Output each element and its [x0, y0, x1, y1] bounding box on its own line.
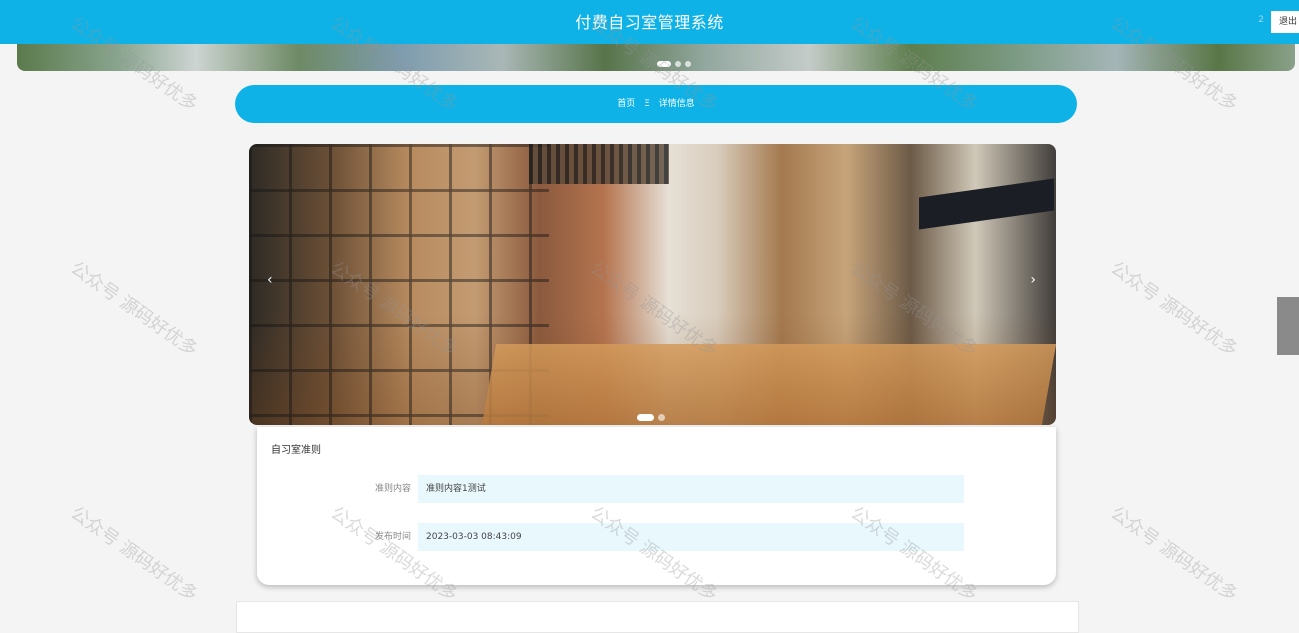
watermark-text: 公众号 源码好优多 — [1106, 257, 1242, 361]
system-title: 付费自习室管理系统 — [575, 13, 724, 32]
banner-indicators — [657, 52, 695, 71]
field-label: 发布时间 — [374, 532, 411, 542]
side-floating-tab[interactable] — [1277, 297, 1299, 355]
carousel-prev-arrow-icon[interactable]: ‹ — [267, 272, 273, 288]
detail-heading: 自习室准则 — [271, 445, 321, 456]
breadcrumb-home-link[interactable]: 首页 — [617, 99, 635, 109]
breadcrumb-separator-icon: Ξ — [644, 99, 650, 109]
watermark-text: 公众号 源码好优多 — [1106, 502, 1242, 606]
carousel-image-ceiling — [529, 144, 669, 184]
username-label[interactable]: 2 — [1258, 15, 1264, 25]
top-header: 付费自习室管理系统 2 退出 — [0, 0, 1299, 44]
carousel-indicator[interactable] — [658, 414, 665, 421]
watermark-text: 公众号 源码好优多 — [66, 502, 202, 606]
detail-field-publish-time: 发布时间 2023-03-03 08:43:09 — [257, 523, 1056, 551]
carousel-next-arrow-icon[interactable]: › — [1030, 272, 1036, 288]
carousel-image-menu-screens — [919, 178, 1054, 230]
logout-button[interactable]: 退出 — [1271, 11, 1299, 33]
breadcrumb: 首页 Ξ 详情信息 — [235, 85, 1077, 123]
banner-indicator-active[interactable] — [657, 61, 671, 67]
field-value: 2023-03-03 08:43:09 — [418, 523, 964, 551]
detail-image-carousel[interactable]: ‹ › — [249, 144, 1056, 425]
detail-card: 自习室准则 准则内容 准则内容1测试 发布时间 2023-03-03 08:43… — [257, 427, 1056, 585]
bottom-panel — [236, 601, 1079, 633]
detail-field-content: 准则内容 准则内容1测试 — [257, 475, 1056, 503]
watermark-text: 公众号 源码好优多 — [66, 257, 202, 361]
carousel-image-table — [481, 344, 1056, 425]
banner-indicator[interactable] — [675, 61, 681, 67]
carousel-indicator-active[interactable] — [637, 414, 654, 421]
banner-indicator[interactable] — [685, 61, 691, 67]
carousel-indicators — [637, 406, 669, 425]
breadcrumb-current: 详情信息 — [658, 99, 695, 109]
field-label: 准则内容 — [374, 484, 411, 494]
field-value: 准则内容1测试 — [418, 475, 964, 503]
